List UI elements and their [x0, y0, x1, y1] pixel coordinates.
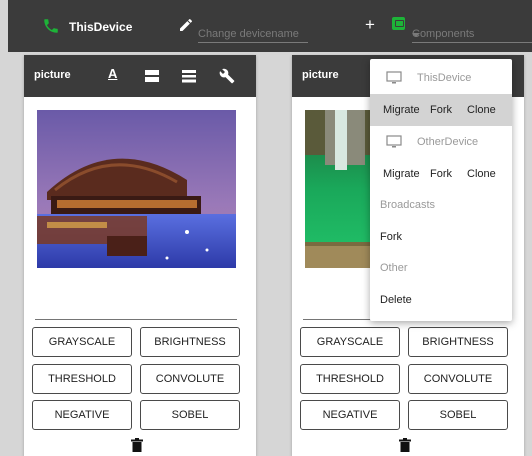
- card-title: picture: [34, 69, 71, 81]
- chevron-down-icon: [412, 33, 420, 37]
- menu-section-other: Other: [370, 252, 512, 284]
- phone-icon: [44, 19, 58, 33]
- threshold-button[interactable]: THRESHOLD: [32, 364, 132, 394]
- components-placeholder: Components: [412, 28, 475, 40]
- menu-item-delete[interactable]: Delete: [370, 284, 512, 316]
- menu-item-broadcast-fork[interactable]: Fork: [370, 221, 512, 253]
- migrate-item[interactable]: Migrate: [383, 168, 420, 180]
- delete-item[interactable]: Delete: [380, 294, 412, 306]
- component-icon: [392, 17, 405, 30]
- view-list-icon[interactable]: [181, 68, 197, 84]
- add-component-button[interactable]: +: [365, 16, 375, 33]
- trash-icon[interactable]: [399, 438, 411, 452]
- devicename-input[interactable]: [198, 26, 308, 43]
- components-select[interactable]: Components: [412, 26, 532, 43]
- card-header: picture A: [24, 55, 256, 97]
- grayscale-button[interactable]: GRAYSCALE: [300, 327, 400, 357]
- clone-item[interactable]: Clone: [467, 104, 496, 116]
- threshold-button[interactable]: THRESHOLD: [300, 364, 400, 394]
- top-bar: ThisDevice + Components: [8, 0, 532, 52]
- picture-card: picture A GRAYSCALE BRIGHTNESS THRESHOLD…: [24, 55, 256, 456]
- picture-image: [37, 110, 236, 268]
- this-device-label: ThisDevice: [417, 72, 472, 84]
- convolute-button[interactable]: CONVOLUTE: [140, 364, 240, 394]
- font-icon[interactable]: A: [108, 66, 124, 82]
- menu-actions-this: Migrate Fork Clone: [370, 94, 512, 126]
- negative-button[interactable]: NEGATIVE: [32, 400, 132, 430]
- negative-button[interactable]: NEGATIVE: [300, 400, 400, 430]
- pencil-icon[interactable]: [178, 17, 194, 33]
- sobel-button[interactable]: SOBEL: [140, 400, 240, 430]
- other-device-label: OtherDevice: [417, 136, 479, 148]
- wrench-icon[interactable]: [219, 68, 235, 84]
- menu-device-other: OtherDevice: [370, 126, 512, 158]
- menu-device-this: ThisDevice: [370, 62, 512, 94]
- broadcast-fork-item[interactable]: Fork: [380, 231, 402, 243]
- trash-icon[interactable]: [131, 438, 143, 452]
- fork-item[interactable]: Fork: [430, 104, 452, 116]
- menu-section-broadcasts: Broadcasts: [370, 189, 512, 221]
- divider: [35, 319, 237, 320]
- brightness-button[interactable]: BRIGHTNESS: [408, 327, 508, 357]
- sobel-button[interactable]: SOBEL: [408, 400, 508, 430]
- menu-actions-other: Migrate Fork Clone: [370, 158, 512, 190]
- monitor-icon: [386, 71, 402, 84]
- convolute-button[interactable]: CONVOLUTE: [408, 364, 508, 394]
- card-title: picture: [302, 69, 339, 81]
- monitor-icon: [386, 135, 402, 148]
- broadcasts-header: Broadcasts: [380, 199, 436, 211]
- view-agenda-icon[interactable]: [144, 68, 160, 84]
- migrate-item[interactable]: Migrate: [383, 104, 420, 116]
- device-name: ThisDevice: [69, 20, 133, 34]
- brightness-button[interactable]: BRIGHTNESS: [140, 327, 240, 357]
- other-header: Other: [380, 262, 408, 274]
- grayscale-button[interactable]: GRAYSCALE: [32, 327, 132, 357]
- migration-menu: ThisDevice Migrate Fork Clone OtherDevic…: [370, 59, 512, 321]
- fork-item[interactable]: Fork: [430, 168, 452, 180]
- clone-item[interactable]: Clone: [467, 168, 496, 180]
